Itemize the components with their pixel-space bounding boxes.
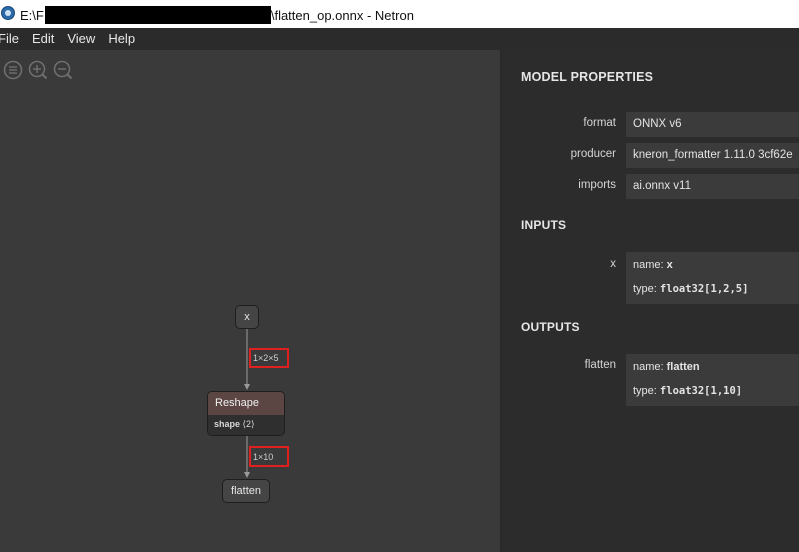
window-title-suffix: \flatten_op.onnx - Netron bbox=[270, 8, 414, 23]
window-title-prefix: E:\F bbox=[20, 8, 44, 23]
producer-value: kneron_formatter 1.11.0 3cf62e bbox=[626, 143, 799, 168]
graph-edges bbox=[244, 329, 250, 478]
output-arg-label: flatten bbox=[584, 359, 616, 371]
output-name-value: flatten bbox=[666, 361, 700, 373]
input-name-key: name: bbox=[633, 259, 664, 271]
menu-help[interactable]: Help bbox=[108, 28, 135, 50]
output-name-key: name: bbox=[633, 361, 664, 373]
inputs-header: INPUTS bbox=[521, 218, 567, 232]
output-arg-details[interactable]: name: flatten type: float32[1,10] bbox=[626, 354, 799, 406]
edge-shape-label-output: 1×10 bbox=[249, 446, 289, 467]
output-type-value: float32[1,10] bbox=[659, 385, 743, 397]
menu-bar: File Edit View Help bbox=[0, 28, 799, 50]
producer-label: producer bbox=[570, 148, 616, 160]
model-properties-header: MODEL PROPERTIES bbox=[521, 70, 654, 84]
input-type-line: type: float32[1,2,5] bbox=[633, 283, 748, 295]
netron-app-icon bbox=[1, 6, 15, 20]
input-type-key: type: bbox=[633, 283, 657, 295]
edge-shape-label-input: 1×2×5 bbox=[249, 348, 289, 368]
input-node-x[interactable]: x bbox=[235, 305, 259, 329]
input-arg-details[interactable]: name: x type: float32[1,2,5] bbox=[626, 252, 799, 304]
reshape-node-attribute: shape ⟨2⟩ bbox=[208, 415, 284, 435]
redacted-path-bar bbox=[44, 6, 271, 24]
output-name-line: name: flatten bbox=[633, 361, 700, 373]
graph-canvas[interactable]: x 1×2×5 Reshape shape ⟨2⟩ 1×10 flatten bbox=[0, 50, 500, 552]
reshape-node-title: Reshape bbox=[208, 392, 284, 415]
input-name-value: x bbox=[666, 259, 673, 271]
input-arg-label: x bbox=[610, 258, 616, 270]
imports-label: imports bbox=[578, 179, 616, 191]
output-node-flatten[interactable]: flatten bbox=[222, 479, 270, 503]
input-type-value: float32[1,2,5] bbox=[659, 283, 749, 295]
format-value: ONNX v6 bbox=[626, 112, 799, 137]
menu-edit[interactable]: Edit bbox=[32, 28, 54, 50]
format-label: format bbox=[583, 117, 616, 129]
menu-file[interactable]: File bbox=[0, 28, 19, 50]
outputs-header: OUTPUTS bbox=[521, 320, 580, 334]
reshape-node[interactable]: Reshape shape ⟨2⟩ bbox=[207, 391, 285, 436]
output-type-key: type: bbox=[633, 385, 657, 397]
attr-value: ⟨2⟩ bbox=[242, 419, 255, 429]
imports-value: ai.onnx v11 bbox=[626, 174, 799, 199]
window-title: E:\F \flatten_op.onnx - Netron bbox=[20, 6, 414, 24]
menu-view[interactable]: View bbox=[67, 28, 95, 50]
title-bar: E:\F \flatten_op.onnx - Netron bbox=[0, 0, 799, 28]
model-properties-panel: MODEL PROPERTIES format ONNX v6 producer… bbox=[502, 50, 799, 552]
output-type-line: type: float32[1,10] bbox=[633, 385, 742, 397]
input-name-line: name: x bbox=[633, 259, 673, 271]
attr-name: shape bbox=[214, 419, 241, 429]
